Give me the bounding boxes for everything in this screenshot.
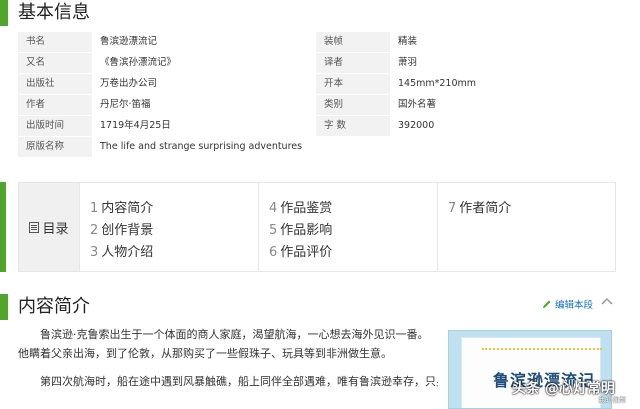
catalog-column: 4 作品鉴赏 5 作品影响 6 作品评价 xyxy=(258,183,437,271)
intro-paragraph: 鲁滨逊·克鲁索出生于一个体面的商人家庭，渴望航海，一心想去海外见识一番。他瞒着父… xyxy=(18,328,429,360)
info-label: 又名 xyxy=(18,53,92,73)
pencil-icon xyxy=(543,300,551,308)
catalog-item[interactable]: 5 作品影响 xyxy=(269,219,332,238)
info-label: 出版时间 xyxy=(18,116,92,136)
info-value: 392000 xyxy=(398,120,435,131)
info-row: 作者 丹尼尔·笛福 类别 国外名著 xyxy=(18,95,616,116)
catalog-column: 1 内容简介 2 创作背景 3 人物介绍 xyxy=(79,183,258,271)
info-row: 又名 《鲁滨孙漂流记》 译者 萧羽 xyxy=(18,53,616,74)
catalog-heading: 目录 xyxy=(29,218,69,237)
info-row: 书名 鲁滨逊漂流记 装帧 精装 xyxy=(18,32,616,53)
catalog-item[interactable]: 3 人物介绍 xyxy=(90,241,153,260)
info-value: 145mm*210mm xyxy=(398,78,477,89)
section-accent-bar xyxy=(0,294,8,320)
info-row: 出版社 万卷出办公司 开本 145mm*210mm xyxy=(18,74,616,95)
info-label: 译者 xyxy=(316,53,390,73)
edit-label: 编辑本段 xyxy=(555,300,594,311)
catalog-column: 7 作者简介 xyxy=(437,183,615,271)
info-label: 出版社 xyxy=(18,74,92,94)
section-title: 基本信息 xyxy=(18,2,90,23)
info-value: 萧羽 xyxy=(398,57,418,68)
section-title: 内容简介 xyxy=(18,296,90,317)
catalog-item[interactable]: 2 创作背景 xyxy=(90,219,153,238)
intro-paragraph: 第四次航海时，船在途中遇到风暴触礁，船上同伴全部遇难，唯有鲁滨逊幸存，只身 xyxy=(40,375,438,388)
info-label: 作者 xyxy=(18,95,92,115)
info-value: 丹尼尔·笛福 xyxy=(100,99,151,110)
catalog-item[interactable]: 7 作者简介 xyxy=(448,197,511,216)
catalog-accent-bar xyxy=(0,182,6,272)
info-value: 《鲁滨孙漂流记》 xyxy=(100,57,177,68)
info-value: 鲁滨逊漂流记 xyxy=(100,36,158,47)
info-label: 书名 xyxy=(18,32,92,52)
info-value: 1719年4月25日 xyxy=(100,120,171,131)
collapse-chevron-icon[interactable] xyxy=(600,296,614,308)
info-label: 原版名称 xyxy=(18,137,92,157)
catalog-item[interactable]: 1 内容简介 xyxy=(90,197,153,216)
list-icon xyxy=(29,221,40,233)
catalog-item[interactable]: 4 作品鉴赏 xyxy=(269,197,332,216)
catalog-label: 目录 xyxy=(42,221,69,237)
catalog-side: 目录 xyxy=(19,183,79,271)
info-label: 类别 xyxy=(316,95,390,115)
edit-section-link[interactable]: 编辑本段 xyxy=(542,297,593,311)
section-accent-bar xyxy=(0,0,8,26)
info-row: 原版名称 The life and strange surprising adv… xyxy=(18,137,616,158)
info-label: 开本 xyxy=(316,74,390,94)
info-value: The life and strange surprising adventur… xyxy=(100,141,303,152)
basic-info-header: 基本信息 xyxy=(0,0,640,26)
info-label: 装帧 xyxy=(316,32,390,52)
watermark-sub: 我的视频 xyxy=(598,396,626,404)
cover-decoration xyxy=(482,348,602,360)
catalog-item[interactable]: 6 作品评价 xyxy=(269,241,332,260)
info-value: 国外名著 xyxy=(398,99,437,110)
info-value: 万卷出办公司 xyxy=(100,78,158,89)
info-label: 字 数 xyxy=(316,116,390,136)
info-row: 出版时间 1719年4月25日 字 数 392000 xyxy=(18,116,616,137)
catalog-box: 目录 1 内容简介 2 创作背景 3 人物介绍 4 作品鉴赏 5 作品影响 6 作品评价 7… xyxy=(18,182,616,272)
info-value: 精装 xyxy=(398,36,418,47)
